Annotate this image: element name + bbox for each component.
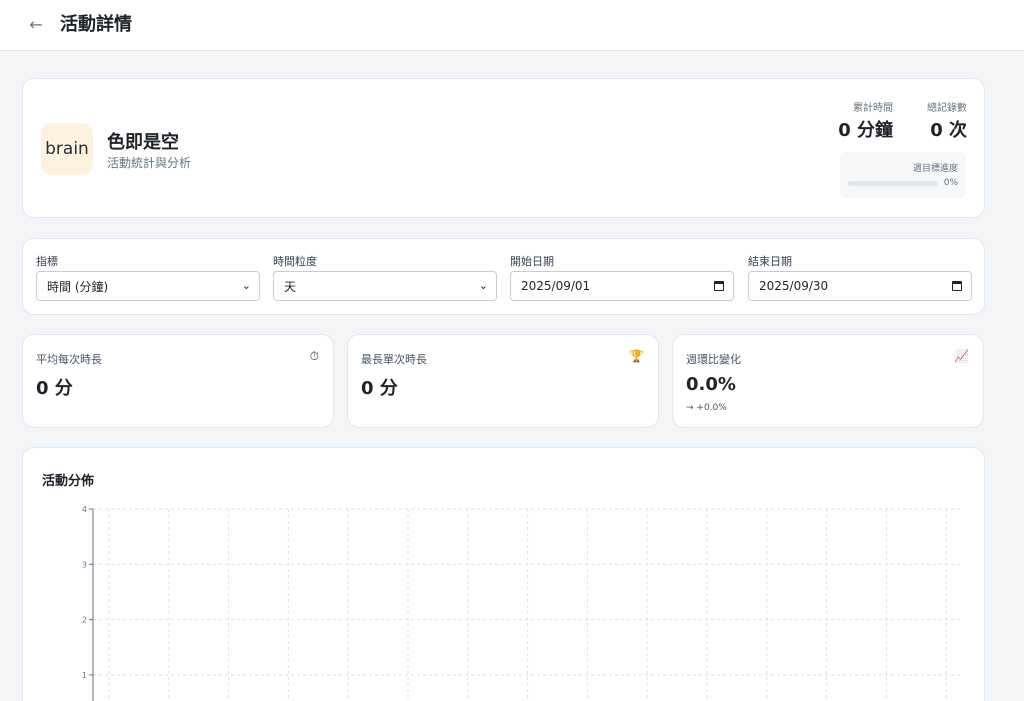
weekly-change-card: 週環比變化 0.0% → +0.0% 📈 xyxy=(672,334,984,428)
activity-name: 色即是空 xyxy=(107,132,179,153)
total-records-value: 0 次 xyxy=(930,120,967,141)
end-date-label: 結束日期 xyxy=(748,255,792,268)
max-duration-value: 0 分 xyxy=(361,378,398,399)
weekly-goal-percent: 0% xyxy=(943,178,958,188)
weekly-change-value: 0.0% xyxy=(686,374,736,395)
scrollbar[interactable] xyxy=(1010,51,1024,701)
start-date-label: 開始日期 xyxy=(510,255,554,268)
end-date-value: 2025/09/30 xyxy=(759,279,829,293)
chart-increasing-icon: 📈 xyxy=(954,349,969,363)
stopwatch-icon: ⏱ xyxy=(309,349,319,363)
y-tick-label: 1 xyxy=(82,671,87,680)
filter-card: 指標 時間 (分鐘) ⌄ 時間粒度 天 ⌄ 開始日期 2025/09/01 結束… xyxy=(22,238,985,315)
activity-distribution-chart: 1 2 3 4 xyxy=(82,505,963,701)
max-duration-label: 最長單次時長 xyxy=(361,353,427,366)
activity-summary-card: brain 色即是空 活動統計與分析 累計時間 0 分鐘 總記錄數 0 次 週目… xyxy=(22,78,985,218)
y-tick-label: 4 xyxy=(82,505,87,514)
metric-select[interactable]: 時間 (分鐘) ⌄ xyxy=(36,271,260,301)
total-time-label: 累計時間 xyxy=(853,103,893,114)
granularity-select-value: 天 xyxy=(284,279,297,294)
metric-select-label: 指標 xyxy=(36,255,58,268)
metric-select-value: 時間 (分鐘) xyxy=(47,279,109,294)
y-tick-label: 3 xyxy=(82,560,87,569)
weekly-goal-progress: 週目標進度 0% xyxy=(840,152,966,198)
y-tick-label: 2 xyxy=(82,616,87,625)
brain-icon: brain xyxy=(41,123,93,175)
activity-distribution-card: 活動分佈 1234 xyxy=(22,447,985,701)
calendar-icon[interactable] xyxy=(952,281,962,291)
trophy-icon: 🏆 xyxy=(629,349,644,363)
granularity-select-label: 時間粒度 xyxy=(273,255,317,268)
progress-bar xyxy=(848,181,938,186)
chevron-down-icon: ⌄ xyxy=(478,279,488,292)
back-arrow-icon[interactable]: ← xyxy=(24,12,48,36)
avg-duration-label: 平均每次時長 xyxy=(36,353,102,366)
max-duration-card: 最長單次時長 0 分 🏆 xyxy=(347,334,659,428)
weekly-goal-label: 週目標進度 xyxy=(912,164,958,174)
total-records-label: 總記錄數 xyxy=(927,103,967,114)
page-title: 活動詳情 xyxy=(60,14,132,35)
weekly-change-label: 週環比變化 xyxy=(686,353,741,366)
granularity-select[interactable]: 天 ⌄ xyxy=(273,271,497,301)
start-date-input[interactable]: 2025/09/01 xyxy=(510,271,734,301)
chevron-down-icon: ⌄ xyxy=(241,279,251,292)
avg-duration-card: 平均每次時長 0 分 ⏱ xyxy=(22,334,334,428)
top-bar: ← 活動詳情 xyxy=(0,0,1024,51)
avg-duration-value: 0 分 xyxy=(36,378,73,399)
start-date-value: 2025/09/01 xyxy=(521,279,591,293)
calendar-icon[interactable] xyxy=(714,281,724,291)
weekly-change-delta: → +0.0% xyxy=(686,403,727,413)
end-date-input[interactable]: 2025/09/30 xyxy=(748,271,972,301)
activity-subtitle: 活動統計與分析 xyxy=(107,156,192,170)
total-time-value: 0 分鐘 xyxy=(838,120,893,141)
